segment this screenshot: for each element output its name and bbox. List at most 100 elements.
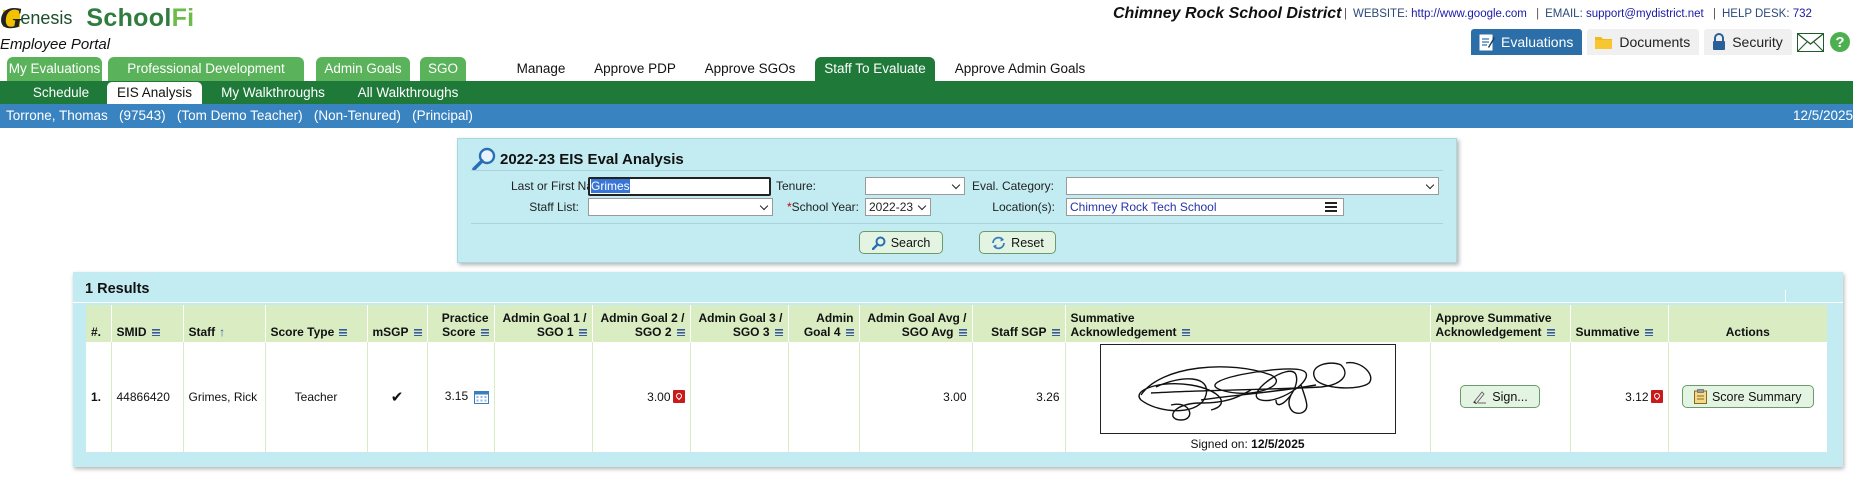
location-field[interactable]: Chimney Rock Tech School [1066,198,1344,216]
subtab-schedule[interactable]: Schedule [26,82,96,104]
results-panel: 1 Results #. SMID Staff ↑ Score Type mSGP… [73,272,1843,467]
tab-approve-sgos[interactable]: Approve SGOs [696,57,804,81]
tab-approve-admin-goals[interactable]: Approve Admin Goals [946,57,1094,81]
search-panel-title: 2022-23 EIS Eval Analysis [472,147,684,171]
column-menu-icon[interactable] [1644,328,1653,336]
admin-goal-2-value: 3.00 [647,389,671,404]
col-header-smid[interactable]: SMID [110,305,183,341]
col-smid-label: SMID [116,324,147,339]
email-label: EMAIL: [1545,8,1583,20]
col-header-admin-goal-2[interactable]: Admin Goal 2 /SGO 2 [591,305,690,341]
col-ag1-label-2: SGO 1 [536,324,574,339]
col-header-summative-ack[interactable]: Summative Acknowledgement [1064,305,1430,341]
col-header-admin-goal-avg[interactable]: Admin Goal Avg / SGO Avg [858,305,972,341]
column-menu-icon[interactable] [676,328,685,336]
col-ag3-label-1: Admin Goal 3 / [698,310,783,325]
separator: | [1536,8,1540,20]
col-ag2-label-2: SGO 2 [634,324,672,339]
col-header-admin-goal-4[interactable]: Admin Goal 4 [787,305,859,341]
score-summary-button[interactable]: Score Summary [1681,385,1814,409]
calendar-icon[interactable] [473,390,489,405]
subtab-eis-analysis[interactable]: EIS Analysis [107,82,202,104]
table-row: 1. 44866420 Grimes, Rick Teacher ✔ 3.15 … [86,340,1827,452]
tab-sgo[interactable]: SGO [420,57,466,81]
col-actions-label: Actions [1725,324,1770,339]
portal-label: Employee Portal [0,36,111,53]
search-icon [871,236,886,250]
col-header-admin-goal-3[interactable]: Admin Goal 3 /SGO 3 [689,305,788,341]
column-menu-icon[interactable] [1546,328,1555,336]
helpdesk-link[interactable]: 732 [1793,8,1812,20]
col-header-num: #. [86,305,111,341]
practice-score-value: 3.15 [444,389,469,404]
col-practice-label-2: Score [442,324,476,339]
website-link[interactable]: http://www.google.com [1411,8,1527,20]
col-header-score-type[interactable]: Score Type [264,305,367,341]
search-button-label: Search [890,235,931,250]
cell-admin-goal-4 [787,340,859,452]
pdf-icon[interactable] [672,389,685,403]
subtab-all-walkthroughs[interactable]: All Walkthroughs [347,82,469,104]
col-agavg-label-1: Admin Goal Avg / [867,310,967,325]
column-menu-icon[interactable] [1181,328,1190,336]
col-header-approve-ack[interactable]: Approve Summative Acknowledgement [1429,305,1570,341]
list-menu-icon[interactable] [1325,202,1337,212]
eval-category-label: Eval. Category: [971,179,1054,193]
security-button[interactable]: Security [1704,29,1792,55]
sort-ascending-icon[interactable]: ↑ [219,325,225,339]
evaluations-label: Evaluations [1501,34,1574,50]
help-icon[interactable]: ? [1829,31,1851,53]
column-menu-icon[interactable] [958,328,967,336]
reset-button[interactable]: Reset [979,231,1056,254]
svg-text:?: ? [1835,34,1844,51]
pen-sign-icon [1473,391,1487,404]
tab-professional-development[interactable]: Professional Development [108,57,304,81]
current-date: 12/5/2025 [1792,108,1853,123]
col-header-summative[interactable]: Summative [1569,305,1668,341]
col-approve-label-2: Acknowledgement [1435,324,1542,339]
tab-admin-goals[interactable]: Admin Goals [316,57,410,81]
cell-admin-goal-2: 3.00 [591,340,690,452]
genesis-schoolfi-logo[interactable]: Genesis SchoolFi [0,0,195,35]
col-header-staff[interactable]: Staff ↑ [182,305,265,341]
col-header-admin-goal-1[interactable]: Admin Goal 1 /SGO 1 [493,305,592,341]
column-menu-icon[interactable] [480,328,489,336]
school-year-select[interactable]: 2022-23 [865,198,931,216]
column-menu-icon[interactable] [339,328,348,336]
lock-icon [1713,33,1726,50]
search-button[interactable]: Search [859,231,943,254]
separator: | [1712,8,1716,20]
logo-g: G [0,0,23,35]
column-menu-icon[interactable] [151,328,160,336]
pdf-icon[interactable] [1650,389,1663,403]
school-year-label: School Year: [791,200,859,214]
col-header-staff-sgp[interactable]: Staff SGP [971,305,1065,341]
cell-smid: 44866420 [110,340,183,452]
col-msgp-label: mSGP [372,324,409,339]
logo-genesis-text: enesis [20,7,73,28]
tab-manage[interactable]: Manage [508,57,574,81]
tab-approve-pdp[interactable]: Approve PDP [586,57,684,81]
eval-category-select[interactable] [1066,177,1439,195]
school-year-label-group: *School Year: [718,200,859,214]
logo-fi: Fi [171,3,195,32]
mail-icon[interactable] [1796,32,1824,52]
cell-score-type: Teacher [264,340,367,452]
sign-button-label: Sign... [1492,389,1528,404]
tab-staff-to-evaluate[interactable]: Staff To Evaluate [815,57,935,81]
column-menu-icon[interactable] [1051,328,1060,336]
tab-my-evaluations[interactable]: My Evaluations [7,57,102,81]
evaluations-button[interactable]: Evaluations [1471,29,1583,55]
col-ag1-label-1: Admin Goal 1 / [502,310,587,325]
column-menu-icon[interactable] [413,328,422,336]
documents-button[interactable]: Documents [1587,29,1700,55]
sign-button[interactable]: Sign... [1460,385,1540,409]
column-menu-icon[interactable] [578,328,587,336]
col-header-msgp[interactable]: mSGP [366,305,427,341]
col-header-practice-score[interactable]: Practice Score [426,305,494,341]
column-menu-icon[interactable] [845,328,854,336]
subtab-my-walkthroughs[interactable]: My Walkthroughs [212,82,334,104]
column-menu-icon[interactable] [774,328,783,336]
email-link[interactable]: support@mydistrict.net [1586,8,1704,20]
top-buttons: Evaluations Documents Security ? [1471,29,1851,55]
